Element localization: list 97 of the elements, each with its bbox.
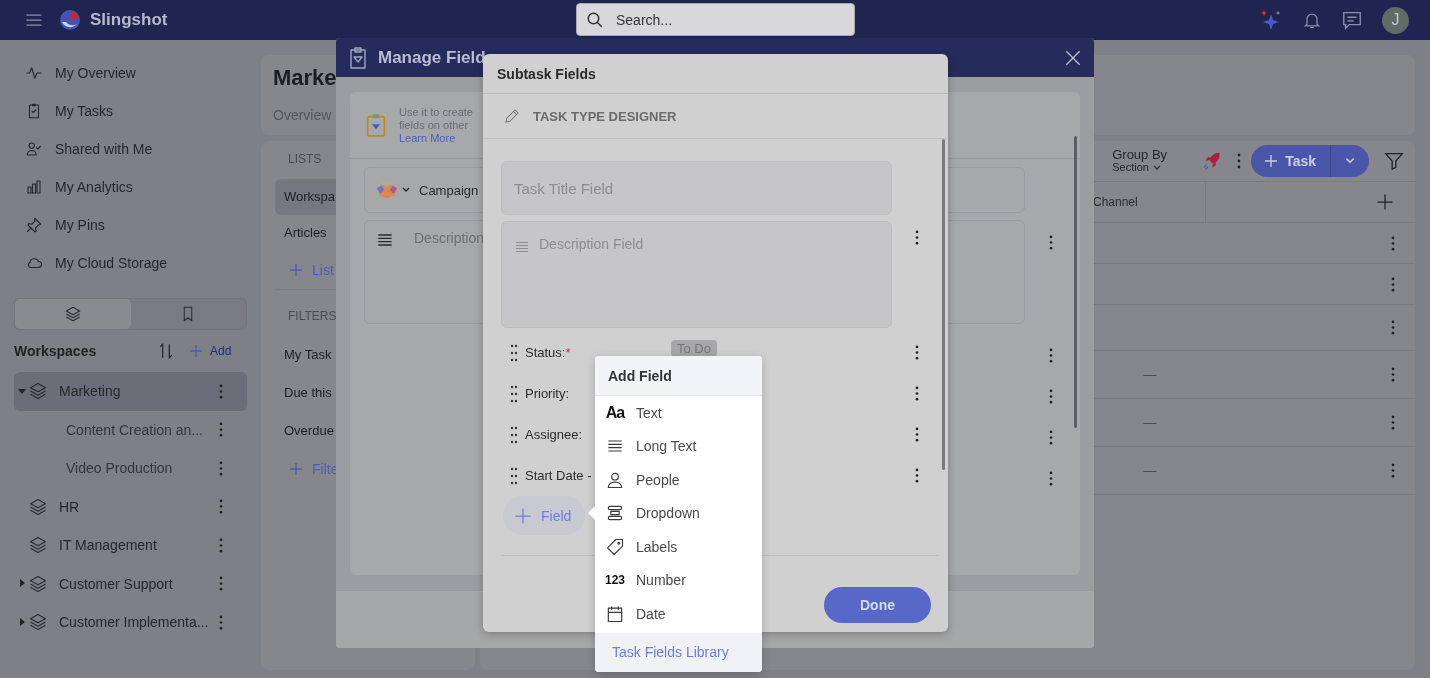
done-button[interactable]: Done	[824, 586, 931, 623]
nav-item[interactable]: My Pins	[0, 206, 261, 244]
page-title: Marke	[273, 65, 337, 91]
more-icon[interactable]	[1391, 276, 1395, 292]
table-cell: —	[1143, 415, 1157, 430]
field-label: Status:*	[525, 345, 571, 360]
pin-icon	[25, 216, 43, 234]
more-icon[interactable]	[1049, 389, 1053, 404]
logo-icon[interactable]	[58, 8, 82, 32]
more-icon[interactable]	[1237, 153, 1242, 169]
chat-icon[interactable]	[1341, 9, 1363, 31]
plus-icon	[288, 461, 304, 477]
bar-chart-icon	[25, 178, 43, 196]
menu-item[interactable]: People	[595, 463, 762, 497]
dialog-title: Manage Field	[378, 47, 486, 68]
scrollbar[interactable]	[942, 139, 945, 470]
field-type-icon: Aa	[605, 404, 625, 421]
more-icon[interactable]	[1049, 348, 1053, 363]
nav-item[interactable]: Shared with Me	[0, 130, 261, 168]
dialog-title: Subtask Fields	[497, 65, 596, 82]
workspace-item[interactable]: Content Creation an...	[14, 410, 247, 449]
more-icon[interactable]	[1391, 463, 1395, 478]
learn-more-link[interactable]: Learn More	[399, 131, 456, 145]
workspace-item[interactable]: Customer Implementa...	[14, 603, 247, 642]
more-icon[interactable]	[1049, 235, 1053, 250]
plus-icon[interactable]	[1375, 192, 1395, 212]
field-label: Assignee:	[525, 427, 583, 442]
field-type-icon: 123	[605, 572, 625, 589]
menu-item[interactable]: 123 Number	[595, 563, 762, 597]
nav-item[interactable]: My Tasks	[0, 92, 261, 130]
layers-icon	[28, 496, 48, 517]
info-text: Use it to create	[399, 105, 473, 119]
scrollbar[interactable]	[1074, 136, 1077, 428]
table-cell: —	[1143, 367, 1157, 382]
more-icon[interactable]	[1049, 430, 1053, 445]
pencil-icon	[503, 107, 521, 125]
menu-item[interactable]: Long Text	[595, 429, 762, 463]
title-field[interactable]: Task Title Field	[501, 161, 892, 215]
field-label: Start Date -	[525, 468, 592, 483]
workspace-item[interactable]: Video Production	[14, 449, 247, 488]
section-header: TASK TYPE DESIGNER	[483, 94, 948, 139]
layers-icon	[28, 381, 48, 402]
menu-item[interactable]: Dropdown	[595, 496, 762, 530]
caret-icon[interactable]	[18, 617, 26, 627]
layers-icon	[28, 535, 48, 556]
nav-item[interactable]: My Cloud Storage	[0, 244, 261, 282]
layers-icon	[28, 573, 48, 594]
app-name: Slingshot	[90, 10, 168, 30]
workspace-item[interactable]: Marketing	[14, 372, 247, 411]
more-icon[interactable]	[915, 468, 919, 483]
pulse-icon	[25, 64, 43, 82]
workspace-item[interactable]: IT Management	[14, 526, 247, 565]
drag-handle-icon[interactable]	[510, 384, 518, 403]
layers-icon	[28, 612, 48, 633]
table-cell: —	[1143, 463, 1157, 478]
more-icon[interactable]	[1391, 320, 1395, 335]
drag-handle-icon[interactable]	[510, 425, 518, 444]
section-title: Workspaces	[14, 343, 98, 359]
field-label: Priority:	[525, 386, 570, 401]
more-icon[interactable]	[1391, 415, 1395, 430]
more-icon[interactable]	[1049, 471, 1053, 486]
plus-icon	[1263, 153, 1280, 169]
search-icon	[586, 11, 604, 29]
more-icon[interactable]	[915, 386, 919, 401]
menu-item[interactable]: Labels	[595, 530, 762, 564]
more-icon[interactable]	[1391, 235, 1395, 251]
caret-icon[interactable]	[18, 386, 26, 396]
add-workspace-button[interactable]: Add	[188, 343, 232, 359]
nav-item[interactable]: My Overview	[0, 54, 261, 92]
group-by-selector[interactable]: Group By Section	[1112, 148, 1168, 174]
description-field[interactable]: Description Field	[501, 221, 892, 328]
more-icon[interactable]	[915, 427, 919, 442]
drag-handle-icon[interactable]	[510, 343, 518, 362]
menu-title: Add Field	[608, 367, 672, 384]
add-task-button[interactable]: Task	[1251, 145, 1331, 177]
more-icon[interactable]	[1391, 367, 1395, 382]
layers-icon	[63, 305, 82, 323]
filter-icon[interactable]	[1383, 150, 1405, 172]
add-field-button[interactable]: Field	[503, 496, 585, 535]
plus-icon	[188, 343, 204, 359]
more-icon[interactable]	[915, 345, 919, 360]
caret-icon[interactable]	[18, 579, 26, 589]
person-check-icon	[25, 140, 43, 158]
avatar[interactable]: J	[1382, 6, 1409, 34]
more-icon[interactable]	[915, 230, 919, 245]
menu-item[interactable]: Aa Text	[595, 396, 762, 430]
drag-handle-icon[interactable]	[510, 466, 518, 485]
nav-item[interactable]: My Analytics	[0, 168, 261, 206]
search-field[interactable]: Search...	[576, 3, 855, 36]
workspace-item[interactable]: Customer Support	[14, 564, 247, 603]
tag-icon	[605, 536, 625, 557]
clipboard-icon	[366, 112, 386, 138]
menu-item[interactable]: Date	[595, 597, 762, 631]
section-title: FILTERS	[288, 308, 337, 324]
plus-icon	[288, 262, 304, 278]
workspace-item[interactable]: HR	[14, 487, 247, 526]
section-title: LISTS	[288, 151, 322, 167]
